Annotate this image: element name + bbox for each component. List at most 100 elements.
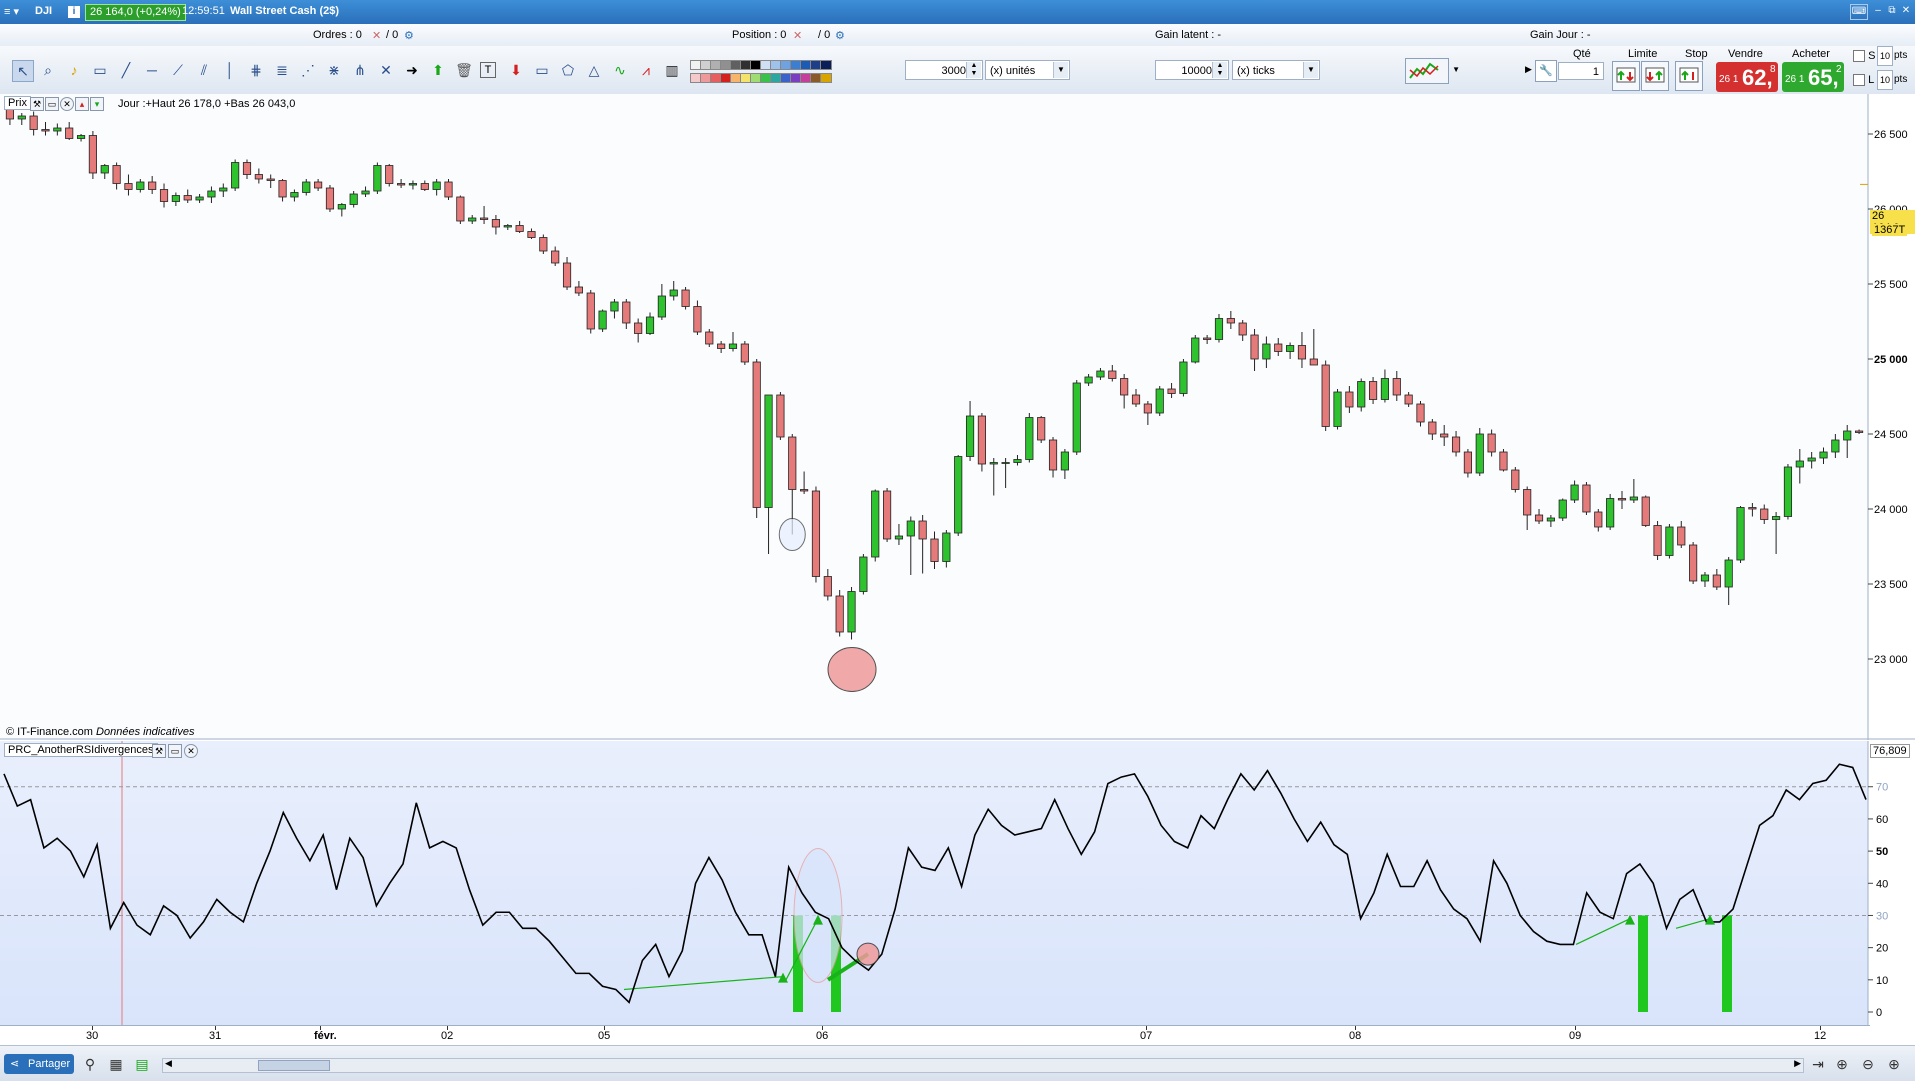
alert-bell-icon[interactable]: ♪ <box>64 60 84 80</box>
qty-input[interactable]: 1 <box>1558 62 1604 80</box>
scroll-right-icon[interactable]: ▶ <box>1794 1058 1801 1069</box>
arrow-right-icon[interactable]: ➜ <box>402 60 422 80</box>
zoom-area-icon[interactable]: ⊕ <box>1832 1054 1852 1074</box>
trash-icon[interactable]: 🗑 <box>454 60 474 80</box>
move-down-icon[interactable]: ▾ <box>90 97 104 111</box>
position-cancel-icon[interactable]: ✕ <box>793 29 802 42</box>
price-panel-label[interactable]: Prix <box>4 96 31 110</box>
candle-body <box>574 286 583 294</box>
sell-button[interactable]: 26 1 62, 8 <box>1716 62 1778 92</box>
ray-icon[interactable]: ⟋ <box>168 60 188 80</box>
move-up-icon[interactable]: ▴ <box>75 97 89 111</box>
text-icon[interactable]: T <box>480 62 496 78</box>
rectangle-icon[interactable]: ▭ <box>532 60 552 80</box>
fan-icon[interactable]: ⋰ <box>298 60 318 80</box>
cross-icon[interactable]: ✕ <box>376 60 396 80</box>
keyboard-icon[interactable]: ⌨ <box>1850 4 1868 20</box>
ticks-spinner-icon[interactable]: ▲ ▼ <box>1212 62 1227 78</box>
wave-icon[interactable]: ∿ <box>610 60 630 80</box>
candle-body <box>397 183 406 186</box>
candle-body <box>124 183 133 190</box>
wrench-icon[interactable]: 🔧 <box>1535 60 1557 82</box>
close-icon[interactable]: ✕ <box>184 744 198 758</box>
share-button[interactable]: ⋖ Partager <box>4 1054 74 1074</box>
candle-body <box>1380 378 1390 400</box>
candles-icon[interactable]: ▤ <box>132 1054 152 1074</box>
buy-button[interactable]: 26 1 65, 2 <box>1782 62 1844 92</box>
triangle-icon[interactable]: △ <box>584 60 604 80</box>
chevron-down-icon[interactable]: ▼ <box>1303 62 1318 78</box>
color-palette[interactable] <box>690 54 840 88</box>
candle-body <box>76 135 86 139</box>
arrow-down-icon[interactable]: ⬇ <box>506 60 526 80</box>
scrollbar-thumb[interactable] <box>258 1060 330 1071</box>
zoom-chart-icon[interactable]: ⚲ <box>80 1054 100 1074</box>
parallel-lines-icon[interactable]: ⫽ <box>194 60 214 80</box>
vertical-line-icon[interactable]: │ <box>220 60 240 80</box>
maximize-icon[interactable]: ▭ <box>45 97 59 111</box>
color-swatch[interactable] <box>820 73 832 83</box>
price-chart-canvas[interactable]: 23 00023 50024 00024 50025 00025 50026 0… <box>0 94 1915 740</box>
wrench-icon[interactable]: ⚒ <box>152 744 166 758</box>
stop-order-button[interactable] <box>1675 61 1703 91</box>
gann-icon[interactable]: ⋇ <box>324 60 344 80</box>
horizontal-line-icon[interactable]: ─ <box>142 60 162 80</box>
rsi-indicator-panel[interactable]: 0 10 20 30 40 50 60 70 PRC_AnotherRSIdivergence… <box>0 741 1915 1025</box>
l-checkbox[interactable]: L <box>1853 74 1874 87</box>
orders-cancel-icon[interactable]: ✕ <box>372 29 381 42</box>
rsi-chart-canvas[interactable]: 0 10 20 30 40 50 60 70 <box>0 741 1915 1025</box>
horizontal-scrollbar[interactable]: ◀ ▶ <box>162 1058 1804 1073</box>
indicator-menu-button[interactable]: ▼ <box>1405 58 1460 84</box>
zigzag-icon[interactable]: ⩘ <box>636 60 656 80</box>
units-dropdown[interactable]: (x) unités ▼ <box>985 60 1070 80</box>
pitchfork-icon[interactable]: ⋔ <box>350 60 370 80</box>
fibonacci-icon[interactable]: ≣ <box>272 60 292 80</box>
close-icon[interactable]: ✕ <box>60 97 74 111</box>
barcode-icon[interactable]: ▥ <box>662 60 682 80</box>
position-settings-icon[interactable]: ⚙ <box>835 29 845 42</box>
units-input[interactable]: 3000 ▲ ▼ <box>905 60 983 80</box>
limit-sell-button[interactable] <box>1641 61 1669 91</box>
chevron-down-icon[interactable]: ▼ <box>1053 62 1068 78</box>
candle-body <box>1819 451 1828 459</box>
orders-settings-icon[interactable]: ⚙ <box>404 29 414 42</box>
panel-collapse-icon[interactable]: ▶ <box>1525 64 1532 75</box>
channel-icon[interactable]: ⋕ <box>246 60 266 80</box>
ruler-icon[interactable]: ▭ <box>90 60 110 80</box>
s-checkbox[interactable]: S <box>1853 50 1875 63</box>
scroll-left-icon[interactable]: ◀ <box>165 1058 172 1069</box>
zoom-icon[interactable]: ⌕ <box>38 60 58 80</box>
ticks-input[interactable]: 10000 ▲ ▼ <box>1155 60 1229 80</box>
s-pts-input[interactable]: 10 <box>1877 46 1893 66</box>
candle-body <box>1013 459 1022 463</box>
l-pts-input[interactable]: 10 <box>1877 70 1893 90</box>
rsi-plot-background <box>0 741 1868 1025</box>
units-spinner-icon[interactable]: ▲ ▼ <box>966 62 981 78</box>
indicator-name-label[interactable]: PRC_AnotherRSIdivergences <box>4 743 158 757</box>
time-axis[interactable]: 30 31 févr. 02 05 06 07 08 09 12 <box>0 1025 1870 1046</box>
candle-body <box>871 490 880 558</box>
chevron-down-icon[interactable]: ▼ <box>1452 65 1460 74</box>
cursor-icon[interactable]: ↖ <box>12 60 34 82</box>
ticks-dropdown[interactable]: (x) ticks ▼ <box>1232 60 1320 80</box>
menu-icon[interactable]: ≡ ▾ <box>4 5 19 18</box>
wrench-icon[interactable]: ⚒ <box>30 97 44 111</box>
fit-icon[interactable]: ⇥ <box>1808 1054 1828 1074</box>
zoom-in-icon[interactable]: ⊕ <box>1884 1054 1904 1074</box>
sell-price-fraction: 8 <box>1770 64 1776 75</box>
calendar-icon[interactable]: ▦ <box>106 1054 126 1074</box>
maximize-icon[interactable]: ▭ <box>168 744 182 758</box>
zoom-out-icon[interactable]: ⊖ <box>1858 1054 1878 1074</box>
polygon-icon[interactable]: ⬠ <box>558 60 578 80</box>
close-icon[interactable]: ✕ <box>1898 4 1914 18</box>
candle-body <box>1440 433 1449 438</box>
arrow-up-icon[interactable]: ⬆ <box>428 60 448 80</box>
symbol-label[interactable]: DJI <box>35 5 52 17</box>
trendline-icon[interactable]: ╱ <box>116 60 136 80</box>
y-tick-label: 23 500 <box>1874 579 1908 591</box>
color-swatch[interactable] <box>820 60 832 70</box>
candle-body <box>53 127 62 132</box>
price-chart-panel[interactable]: 23 00023 50024 00024 50025 00025 50026 0… <box>0 94 1915 740</box>
info-icon[interactable]: i <box>68 6 80 18</box>
limit-buy-button[interactable] <box>1612 61 1640 91</box>
